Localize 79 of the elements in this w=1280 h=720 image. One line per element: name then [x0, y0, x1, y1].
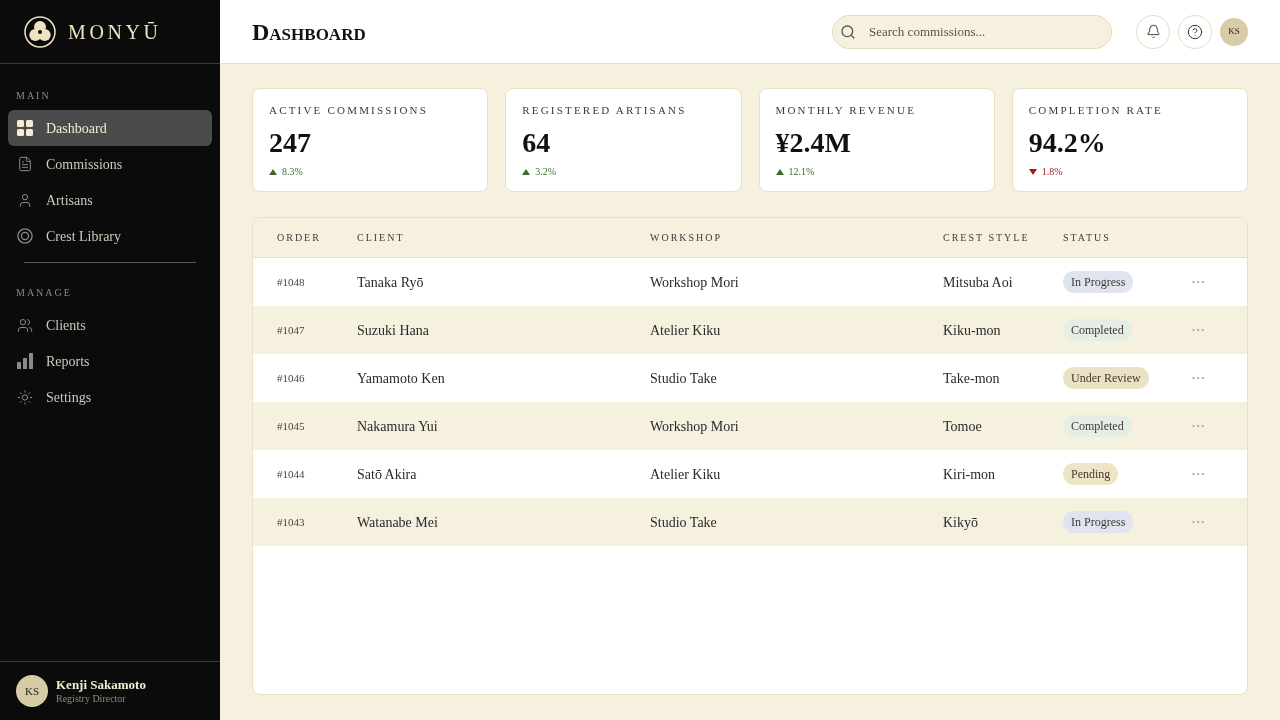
- column-header: ORDER: [277, 231, 321, 245]
- bell-icon: [1145, 24, 1161, 39]
- nav-item[interactable]: Crest Library: [8, 218, 212, 254]
- table-cell-text: #1047: [277, 322, 305, 338]
- user-avatar: KS: [16, 675, 48, 707]
- people-icon: [17, 316, 33, 334]
- logo-icon: [24, 15, 56, 48]
- table-cell-text: Nakamura Yui: [357, 417, 438, 436]
- table-cell-text: Suzuki Hana: [357, 321, 429, 340]
- table-cell-text: #1048: [277, 274, 305, 290]
- table-cell-text: Kiku-mon: [943, 321, 1001, 340]
- concentric-circles-icon: [17, 227, 33, 245]
- status-tag: In Progress: [1063, 271, 1134, 293]
- table-cell-text: Atelier Kiku: [650, 321, 721, 340]
- status-tag: Under Review: [1063, 367, 1149, 389]
- status-tag: Pending: [1063, 463, 1119, 485]
- stat-label: COMPLETION RATE: [1028, 103, 1164, 117]
- status-tag: Completed: [1063, 415, 1132, 437]
- table-cell-text: Workshop Mori: [650, 417, 739, 436]
- help-button[interactable]: [1178, 14, 1212, 49]
- stat-change: 3.2%: [535, 166, 557, 178]
- table-cell-text: Studio Take: [650, 513, 717, 532]
- table-cell-text: Workshop Mori: [650, 273, 739, 292]
- table-row[interactable]: #1043 Watanabe Mei Studio Take Kikyō In Progress: [253, 498, 1247, 546]
- nav-item[interactable]: Settings: [8, 379, 212, 415]
- table-cell-text: Yamamoto Ken: [357, 369, 445, 388]
- nav-item[interactable]: Commissions: [8, 146, 212, 182]
- search-icon: [840, 23, 856, 40]
- table-row[interactable]: #1045 Nakamura Yui Workshop Mori Tomoe Completed: [253, 402, 1247, 450]
- table-cell-text: Take-mon: [943, 369, 1000, 388]
- table-cell-text: Atelier Kiku: [650, 465, 721, 484]
- stat-label: REGISTERED ARTISANS: [522, 103, 688, 117]
- stat-label: MONTHLY REVENUE: [775, 103, 918, 117]
- table-cell-text: #1045: [277, 418, 305, 434]
- stat-change: 8.3%: [282, 166, 303, 178]
- status-tag: In Progress: [1063, 511, 1134, 533]
- stat-change: 1.8%: [1041, 166, 1063, 178]
- page-title: Dashboard: [252, 19, 366, 44]
- stat-value: 94.2%: [1028, 127, 1107, 159]
- sun-icon: [17, 388, 33, 406]
- person-icon: [17, 191, 33, 209]
- column-header: CREST STYLE: [943, 231, 1030, 245]
- user-role: Registry Director: [56, 692, 127, 706]
- table-cell-text: #1046: [277, 370, 305, 386]
- status-tag: Completed: [1063, 319, 1132, 341]
- table-cell-text: #1043: [277, 514, 305, 530]
- document-icon: [17, 156, 33, 172]
- table-cell-text: Tanaka Ryō: [357, 273, 424, 292]
- stat-value: ¥2.4M: [775, 127, 852, 159]
- nav-item[interactable]: Dashboard: [8, 110, 212, 146]
- table-row[interactable]: #1047 Suzuki Hana Atelier Kiku Kiku-mon Completed: [253, 306, 1247, 354]
- table-cell-text: Kikyō: [943, 513, 978, 532]
- brand-name: MONYŪ: [68, 21, 162, 42]
- column-header: STATUS: [1063, 231, 1111, 245]
- table-cell-text: Tomoe: [943, 417, 982, 436]
- user-avatar[interactable]: KS: [1220, 17, 1248, 46]
- search-field[interactable]: Search commissions...: [832, 14, 1112, 49]
- section-label: MANAGE: [15, 286, 73, 300]
- stat-value: 64: [522, 127, 552, 159]
- user-name: Kenji Sakamoto: [56, 676, 146, 693]
- nav-item[interactable]: Artisans: [8, 182, 212, 218]
- column-header: WORKSHOP: [650, 231, 723, 245]
- notifications-button[interactable]: [1136, 14, 1170, 49]
- nav-item[interactable]: Clients: [8, 307, 212, 343]
- table-cell-text: Watanabe Mei: [357, 513, 438, 532]
- table-cell-text: Kiri-mon: [943, 465, 996, 484]
- table-cell-text: #1044: [277, 466, 305, 482]
- stat-change: 12.1%: [788, 166, 815, 178]
- table-cell-text: Mitsuba Aoi: [943, 273, 1013, 292]
- table-cell-text: Satō Akira: [357, 465, 417, 484]
- stat-value: 247: [269, 127, 312, 159]
- section-label: MAIN: [15, 89, 52, 103]
- bar-chart-icon: [17, 353, 33, 369]
- grid-icon: [17, 120, 33, 136]
- column-header: CLIENT: [357, 231, 405, 245]
- table-cell-text: Studio Take: [650, 369, 717, 388]
- nav-item[interactable]: Reports: [8, 343, 212, 379]
- help-icon: [1187, 23, 1203, 40]
- stat-label: ACTIVE COMMISSIONS: [269, 103, 430, 117]
